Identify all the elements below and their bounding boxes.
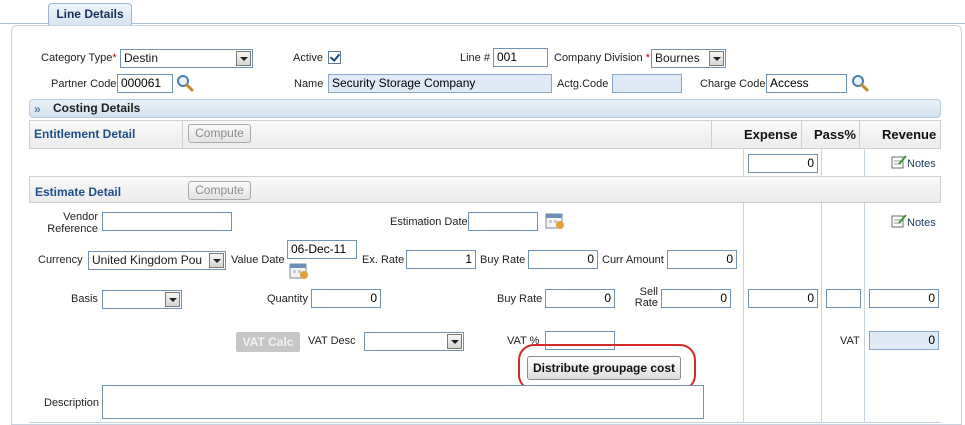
description-textarea[interactable] bbox=[102, 385, 704, 419]
curr-amount-field[interactable]: 0 bbox=[667, 250, 737, 269]
entitlement-notes-link[interactable]: Notes bbox=[907, 158, 936, 170]
currency-label: Currency bbox=[38, 254, 83, 266]
revenue-column-header: Revenue bbox=[882, 127, 937, 142]
calendar-icon[interactable] bbox=[545, 212, 565, 230]
search-icon[interactable] bbox=[851, 74, 869, 92]
ex-rate-field[interactable]: 1 bbox=[406, 250, 476, 269]
chevron-down-icon bbox=[209, 253, 224, 268]
active-label: Active bbox=[293, 52, 323, 64]
divider bbox=[182, 121, 183, 148]
value-date-field[interactable]: 06-Dec-11 bbox=[287, 240, 357, 259]
company-division-select[interactable]: Bournes bbox=[651, 49, 726, 68]
line-number-label: Line # bbox=[460, 52, 490, 64]
curr-amount-label: Curr Amount bbox=[602, 254, 664, 266]
divider bbox=[801, 121, 802, 148]
description-label: Description bbox=[44, 397, 100, 409]
basis-label: Basis bbox=[71, 293, 98, 305]
estimation-date-label: Estimation Date bbox=[390, 216, 468, 228]
divider bbox=[29, 422, 941, 423]
vat-calc-button[interactable]: VAT Calc bbox=[236, 332, 300, 352]
distribute-groupage-cost-button[interactable]: Distribute groupage cost bbox=[527, 356, 681, 380]
estimate-expense-field[interactable]: 0 bbox=[748, 289, 818, 308]
currency-select[interactable]: United Kingdom Pou bbox=[88, 251, 226, 270]
chevron-down-icon bbox=[447, 334, 462, 349]
entitlement-compute-button[interactable]: Compute bbox=[188, 124, 251, 143]
buy-rate-field[interactable]: 0 bbox=[528, 250, 598, 269]
vendor-reference-label: Vendor Reference bbox=[47, 211, 98, 235]
divider bbox=[711, 121, 712, 148]
notes-icon[interactable] bbox=[891, 214, 907, 228]
company-division-label: Company Division * bbox=[554, 52, 650, 64]
vat-desc-select[interactable] bbox=[364, 332, 464, 351]
entitlement-header bbox=[29, 120, 941, 149]
partner-code-label: Partner Code bbox=[51, 78, 117, 90]
estimate-revenue-field[interactable]: 0 bbox=[869, 289, 939, 308]
actg-code-label: Actg.Code bbox=[557, 78, 609, 90]
buy-rate-label: Buy Rate bbox=[497, 293, 543, 305]
quantity-field[interactable]: 0 bbox=[311, 289, 381, 308]
entitlement-expense-field[interactable]: 0 bbox=[748, 154, 818, 173]
pass-column-header: Pass% bbox=[814, 127, 856, 142]
estimation-date-field[interactable] bbox=[468, 212, 538, 231]
notes-icon[interactable] bbox=[891, 155, 907, 169]
sell-rate-label: Sell Rate bbox=[634, 286, 658, 309]
basis-select[interactable] bbox=[102, 290, 182, 309]
divider bbox=[859, 121, 860, 148]
category-type-select[interactable]: Destin bbox=[120, 49, 253, 68]
charge-code-field[interactable]: Access bbox=[766, 74, 847, 93]
chevron-down-icon bbox=[165, 292, 180, 307]
estimate-detail-title: Estimate Detail bbox=[35, 185, 122, 199]
entitlement-detail-title: Entitlement Detail bbox=[34, 127, 136, 141]
vendor-reference-field[interactable] bbox=[102, 212, 232, 231]
vat-desc-label: VAT Desc bbox=[308, 335, 356, 347]
estimate-header bbox=[29, 176, 941, 203]
quantity-label: Quantity bbox=[267, 293, 308, 305]
tab-line-details[interactable]: Line Details bbox=[48, 3, 132, 25]
expense-column-header: Expense bbox=[744, 127, 798, 142]
estimate-pass-field[interactable] bbox=[826, 289, 861, 308]
partner-code-field[interactable]: 000061 bbox=[117, 74, 173, 93]
estimate-notes-link[interactable]: Notes bbox=[907, 217, 936, 229]
calendar-icon[interactable] bbox=[289, 262, 309, 280]
buy-rate-field[interactable]: 0 bbox=[545, 289, 615, 308]
ex-rate-label: Ex. Rate bbox=[362, 254, 405, 266]
chevron-down-icon bbox=[709, 51, 724, 66]
vat-label: VAT bbox=[840, 335, 860, 347]
vat-field[interactable]: 0 bbox=[869, 331, 939, 350]
sell-rate-field[interactable]: 0 bbox=[661, 289, 731, 308]
line-number-field[interactable]: 001 bbox=[493, 48, 548, 67]
name-field[interactable]: Security Storage Company bbox=[328, 74, 552, 93]
category-type-label: Category Type* bbox=[41, 52, 117, 64]
name-label: Name bbox=[294, 78, 324, 90]
charge-code-label: Charge Code bbox=[700, 78, 766, 90]
estimate-compute-button[interactable]: Compute bbox=[188, 181, 251, 200]
buy-rate-label: Buy Rate bbox=[480, 254, 526, 266]
value-date-label: Value Date bbox=[231, 254, 285, 266]
costing-details-title: Costing Details bbox=[53, 101, 141, 115]
chevron-down-icon bbox=[236, 51, 251, 66]
active-checkbox[interactable] bbox=[328, 51, 341, 64]
costing-details-header[interactable] bbox=[29, 99, 941, 118]
double-chevron-icon: » bbox=[34, 102, 40, 116]
actg-code-field[interactable] bbox=[612, 74, 682, 93]
search-icon[interactable] bbox=[176, 74, 194, 92]
